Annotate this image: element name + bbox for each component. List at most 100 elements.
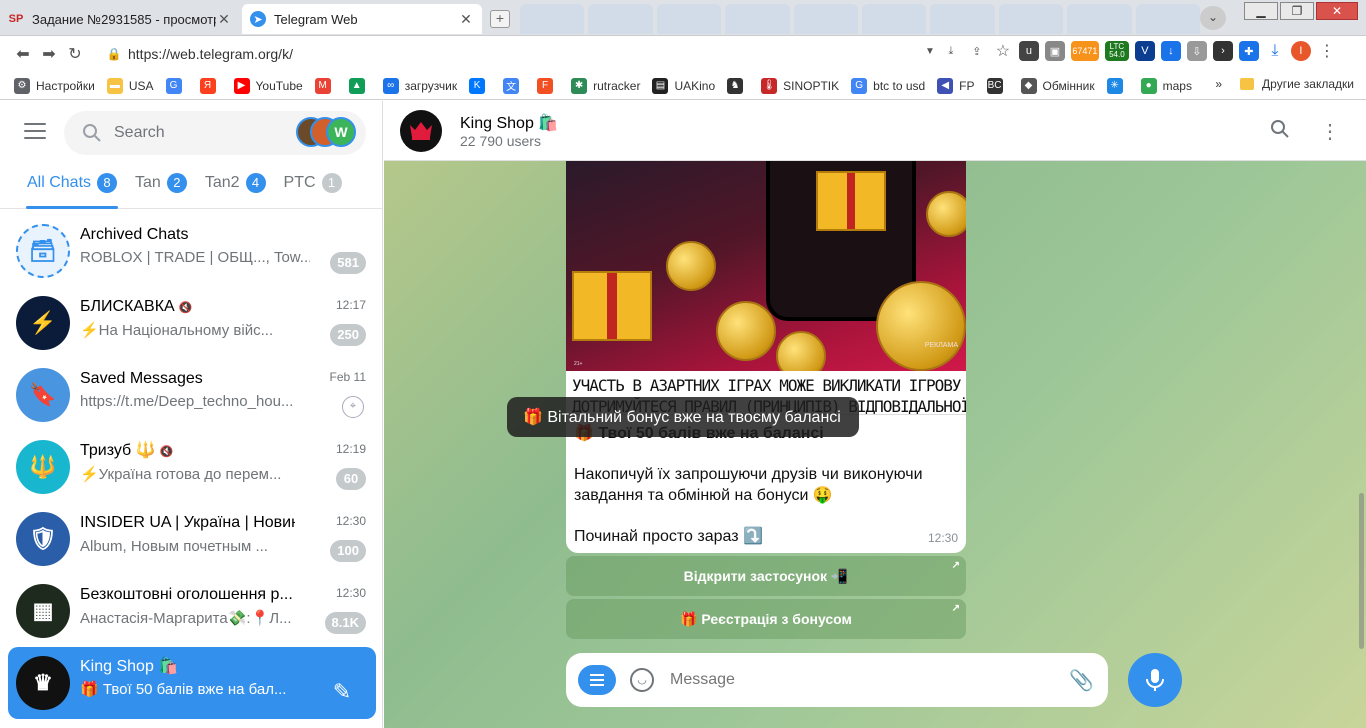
chat-item[interactable]: 🔖 Saved Messages https://t.me/Deep_techno_… <box>8 359 376 431</box>
bookmark-item[interactable]: ✳ <box>1106 77 1129 94</box>
background-tabs <box>520 4 1201 34</box>
emoji-icon[interactable]: ◡ <box>630 668 654 692</box>
open-app-button[interactable]: Відкрити застосунок 📲 ↗ <box>566 556 966 596</box>
chat-preview: Анастасія-Маргарита💸:📍Л... <box>80 610 292 627</box>
browser-tab-task[interactable]: SP Задание №2931585 - просмотр з ✕ <box>0 4 240 34</box>
briefcase-icon[interactable]: ▣ <box>1044 41 1065 61</box>
chat-item[interactable]: ♛ King Shop 🛍️ 🎁 Твої 50 балів вже на бал.… <box>8 647 376 719</box>
bookmark-item[interactable]: M <box>314 77 337 94</box>
compose-pencil-icon[interactable]: ✎ <box>322 672 362 712</box>
download-extension-icon[interactable]: ↓ <box>1160 41 1181 61</box>
bookmark-item[interactable]: BC <box>986 77 1009 94</box>
bookmark-item[interactable]: ● maps <box>1140 77 1192 94</box>
folder-icon: ▬ <box>106 77 123 94</box>
bookmark-item[interactable]: ◀ FP <box>937 77 975 94</box>
url-text[interactable]: https://web.telegram.org/k/ <box>128 46 293 62</box>
dropdown-icon[interactable]: ▼ <box>925 46 935 57</box>
save-extension-icon[interactable]: ⇩ <box>1186 41 1207 61</box>
ublock-icon[interactable]: u <box>1018 41 1039 61</box>
close-tab-icon[interactable]: ✕ <box>458 11 474 28</box>
attach-icon[interactable]: 📎 <box>1069 668 1094 693</box>
folder-tab[interactable]: Tan 2 <box>126 157 196 209</box>
chat-item[interactable]: 🛡INSIDER UA | Україна | Новини🔇Album, Но… <box>8 503 376 575</box>
folder-label: PTC <box>283 173 316 191</box>
profile-avatar[interactable]: I <box>1290 41 1311 61</box>
background-tab[interactable] <box>725 4 790 34</box>
bookmark-item[interactable]: F <box>537 77 559 94</box>
new-tab-button[interactable]: + <box>490 10 510 28</box>
more-bookmarks-chevron[interactable]: » <box>1215 77 1222 91</box>
minimize-button[interactable]: ▁ <box>1244 2 1278 20</box>
message-input[interactable] <box>670 671 1070 689</box>
bookmark-item[interactable]: ▲ <box>348 77 371 94</box>
reload-icon[interactable]: ↻ <box>62 44 88 64</box>
close-tab-icon[interactable]: ✕ <box>216 11 232 28</box>
chat-preview: 🎁 Твої 50 балів вже на бал... <box>80 681 287 698</box>
bookmark-item[interactable]: ▬ USA <box>106 77 154 94</box>
other-bookmarks[interactable]: Другие закладки <box>1262 77 1354 91</box>
chat-item[interactable]: 🔱 Тризуб 🔱 🔇 ⚡Україна готова до перем... 12:… <box>8 431 376 503</box>
search-input[interactable]: Search W <box>64 111 366 155</box>
bookmark-item[interactable]: ▶ YouTube <box>233 77 303 94</box>
background-tab[interactable] <box>1067 4 1132 34</box>
btc-price-icon[interactable]: 67471 <box>1070 41 1099 61</box>
share-icon[interactable]: ⇪ <box>967 41 987 61</box>
menu-kebab-icon[interactable]: ⋮ <box>1317 41 1337 61</box>
bookmark-item[interactable]: 文 <box>503 77 525 94</box>
folder-tab[interactable]: Tan2 4 <box>196 157 275 209</box>
address-bar[interactable]: 🔒 https://web.telegram.org/k/ <box>100 41 930 67</box>
stories-avatars[interactable]: W <box>296 117 358 149</box>
hamburger-menu-icon[interactable] <box>24 123 46 139</box>
bookmark-item[interactable]: ◆ Обмінник <box>1020 77 1095 94</box>
browser-tab-telegram[interactable]: ➤ Telegram Web ✕ <box>242 4 482 34</box>
background-tab[interactable] <box>862 4 927 34</box>
chat-scrollbar[interactable] <box>1359 493 1364 649</box>
chat-item[interactable]: ▦Безкоштовні оголошення р...🔇Анастасія-М… <box>8 575 376 647</box>
terminal-extension-icon[interactable]: › <box>1212 41 1233 61</box>
forward-arrow-icon[interactable]: ➡ <box>36 44 62 64</box>
puzzle-extensions-icon[interactable]: ✚ <box>1238 41 1259 61</box>
bookmark-item[interactable]: ∞ загрузчик <box>382 77 457 94</box>
bot-menu-icon[interactable] <box>578 665 616 695</box>
folder-label: Tan2 <box>204 173 240 191</box>
bookmark-item[interactable]: ♞ <box>727 77 749 94</box>
bookmark-item[interactable]: 🌡 SINOPTIK <box>761 77 839 94</box>
google-icon: G <box>851 77 868 94</box>
chat-item[interactable]: 🗃 Archived Chats ROBLOX | TRADE | ОБЩ..., … <box>8 215 376 287</box>
bookmark-item[interactable]: Я <box>199 77 222 94</box>
close-window-button[interactable]: ✕ <box>1316 2 1358 20</box>
register-bonus-button[interactable]: 🎁 Реєстрація з бонусом ↗ <box>566 599 966 639</box>
bookmark-item[interactable]: G <box>165 77 188 94</box>
bookmark-star-icon[interactable]: ☆ <box>993 41 1013 61</box>
more-options-icon[interactable]: ⋮ <box>1320 119 1340 144</box>
channel-avatar[interactable] <box>400 109 442 152</box>
bookmark-item[interactable]: Gbtc to usd <box>851 77 925 94</box>
chat-item[interactable]: ⚡ БЛИСКАВКА 🔇 ⚡На Національному війс... 12:1… <box>8 287 376 359</box>
post-image[interactable]: РЕКЛАМА 21+ <box>566 161 966 371</box>
bookmark-item[interactable]: ✱ rutracker <box>571 77 640 94</box>
tab-search-icon[interactable]: ⌄ <box>1200 6 1226 30</box>
background-tab[interactable] <box>588 4 653 34</box>
background-tab[interactable] <box>998 4 1064 34</box>
back-arrow-icon[interactable]: ⬅ <box>10 44 36 64</box>
chat-header[interactable]: King Shop 🛍️ 22 790 users ⋮ <box>384 101 1366 161</box>
chat-preview: https://t.me/Deep_techno_hou... <box>80 393 294 410</box>
maximize-button[interactable]: ❐ <box>1280 2 1314 20</box>
background-tab[interactable] <box>520 4 585 34</box>
background-tab[interactable] <box>1135 4 1201 34</box>
background-tab[interactable] <box>656 4 722 34</box>
folder-tab[interactable]: All Chats 8 <box>18 157 126 209</box>
bookmark-item[interactable]: K <box>469 77 491 94</box>
folder-tab[interactable]: PTC 1 <box>275 157 351 209</box>
v-extension-icon[interactable]: V <box>1134 41 1155 61</box>
download-page-icon[interactable]: ⤓ <box>941 41 961 61</box>
bookmark-item[interactable]: ⚙ Настройки <box>14 77 95 94</box>
background-tab[interactable] <box>793 4 859 34</box>
story-avatar[interactable]: W <box>326 117 356 147</box>
microphone-button[interactable] <box>1128 653 1182 707</box>
ltc-price-icon[interactable]: LTC 54.0 <box>1104 41 1129 61</box>
downloads-icon[interactable]: ⤓ <box>1265 41 1285 61</box>
bookmark-item[interactable]: ▤ UAKino <box>652 77 715 94</box>
background-tab[interactable] <box>930 4 995 34</box>
search-icon[interactable] <box>1270 119 1290 139</box>
